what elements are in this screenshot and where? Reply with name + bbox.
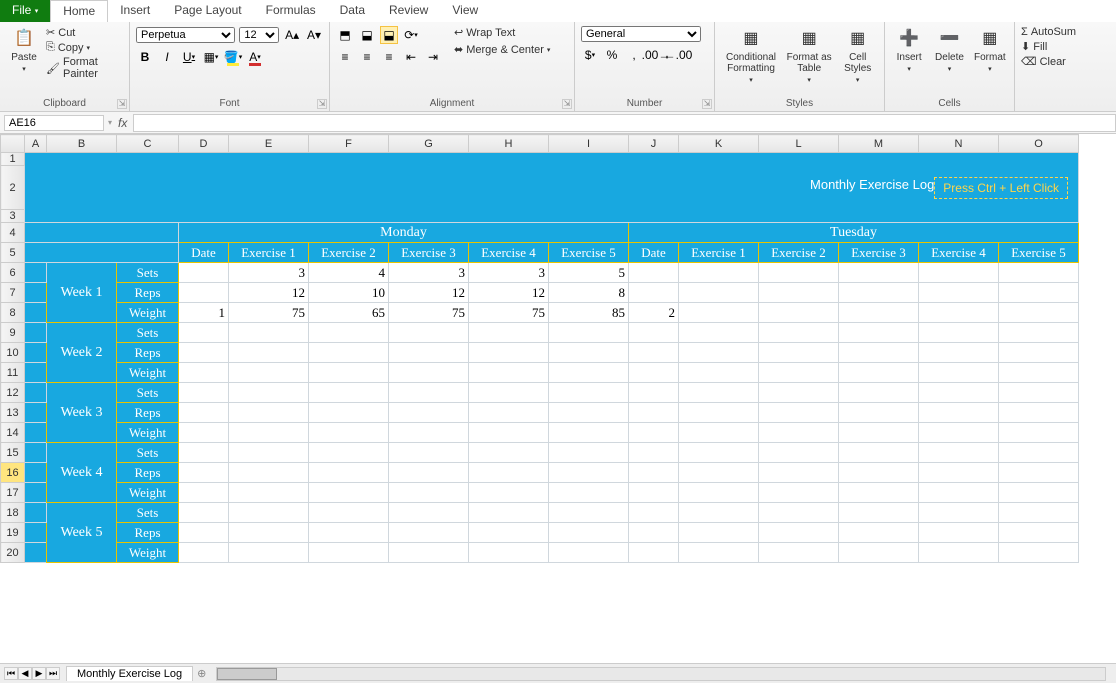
bold-button[interactable]: B [136,48,154,66]
underline-button[interactable]: U▾ [180,48,198,66]
border-button[interactable]: ▦▾ [202,48,220,66]
paste-button[interactable]: 📋 Paste▾ [6,26,42,73]
wrap-icon: ↩ [454,26,463,39]
grow-font-button[interactable]: A▴ [283,26,301,44]
brush-icon: 🖌 [46,62,60,75]
increase-indent-button[interactable]: ⇥ [424,48,442,66]
delete-cells-button[interactable]: ➖Delete▾ [931,26,967,73]
percent-button[interactable]: % [603,46,621,64]
scrollbar-thumb[interactable] [217,668,277,680]
tab-nav[interactable]: ⏮ ◀ ▶ ⏭ [0,667,64,680]
group-label-alignment: Alignment [336,98,568,109]
tab-view[interactable]: View [440,0,490,22]
fill-icon: ⬇ [1021,40,1030,53]
ribbon: 📋 Paste▾ ✂Cut ⎘Copy▾ 🖌Format Painter Cli… [0,22,1116,112]
group-label-clipboard: Clipboard [6,98,123,109]
day-header-tuesday: Tuesday [629,223,1079,243]
sheet-tab[interactable]: Monthly Exercise Log [66,666,193,681]
decrease-decimal-button[interactable]: ←.00 [669,46,687,64]
insert-icon: ➕ [897,26,921,50]
next-sheet-icon[interactable]: ▶ [32,667,46,680]
clear-button[interactable]: ⌫Clear [1021,55,1069,68]
name-box[interactable] [4,115,104,131]
column-headers[interactable]: ABC DEF GHI JKL MNO [1,135,1079,153]
align-middle-button[interactable]: ⬓ [358,26,376,44]
horizontal-scrollbar[interactable] [216,667,1106,681]
format-cells-button[interactable]: ▦Format▾ [972,26,1008,73]
comma-button[interactable]: , [625,46,643,64]
group-label-cells: Cells [891,98,1008,109]
insert-cells-button[interactable]: ➕Insert▾ [891,26,927,73]
clipboard-launcher[interactable]: ⇲ [117,99,127,109]
cut-button[interactable]: ✂Cut [46,26,123,39]
alignment-launcher[interactable]: ⇲ [562,99,572,109]
align-top-button[interactable]: ⬒ [336,26,354,44]
increase-decimal-button[interactable]: .00→ [647,46,665,64]
spreadsheet-grid[interactable]: ABC DEF GHI JKL MNO 1 Monthly Exercise L… [0,134,1116,663]
first-sheet-icon[interactable]: ⏮ [4,667,18,680]
day-header-monday: Monday [179,223,629,243]
prev-sheet-icon[interactable]: ◀ [18,667,32,680]
formula-input[interactable] [133,114,1116,132]
font-size-select[interactable]: 12 [239,27,279,43]
hint-box: Press Ctrl + Left Click [934,177,1068,199]
cond-format-icon: ▦ [739,26,763,50]
last-sheet-icon[interactable]: ⏭ [46,667,60,680]
orientation-button[interactable]: ⟳▾ [402,26,420,44]
copy-icon: ⎘ [46,41,55,54]
tab-home[interactable]: Home [50,0,108,22]
align-left-button[interactable]: ≡ [336,48,354,66]
scissors-icon: ✂ [46,26,55,39]
week-label: Week 1 [47,263,117,323]
merge-icon: ⬌ [454,43,463,56]
sheet-tabs-bar: ⏮ ◀ ▶ ⏭ Monthly Exercise Log ⊕ [0,663,1116,683]
sheet-title: Monthly Exercise Log [810,177,934,192]
align-bottom-button[interactable]: ⬓ [380,26,398,44]
copy-button[interactable]: ⎘Copy▾ [46,41,123,54]
italic-button[interactable]: I [158,48,176,66]
tab-insert[interactable]: Insert [108,0,162,22]
font-launcher[interactable]: ⇲ [317,99,327,109]
clear-icon: ⌫ [1021,55,1037,68]
shrink-font-button[interactable]: A▾ [305,26,323,44]
cell-styles-icon: ▦ [846,26,870,50]
table-icon: ▦ [797,26,821,50]
select-all-corner[interactable] [1,135,25,153]
merge-center-button[interactable]: ⬌Merge & Center▾ [454,43,550,56]
fx-icon[interactable]: fx [112,116,133,130]
group-label-styles: Styles [721,98,878,109]
tab-page-layout[interactable]: Page Layout [162,0,253,22]
new-sheet-icon[interactable]: ⊕ [197,667,206,680]
tab-review[interactable]: Review [377,0,440,22]
number-format-select[interactable]: General [581,26,701,42]
menu-bar: File ▾ Home Insert Page Layout Formulas … [0,0,1116,22]
tab-formulas[interactable]: Formulas [254,0,328,22]
align-center-button[interactable]: ≡ [358,48,376,66]
sigma-icon: Σ [1021,26,1028,38]
conditional-formatting-button[interactable]: ▦Conditional Formatting▾ [721,26,781,84]
number-launcher[interactable]: ⇲ [702,99,712,109]
group-label-number: Number [581,98,708,109]
cell-styles-button[interactable]: ▦Cell Styles▾ [837,26,878,84]
font-name-select[interactable]: Perpetua [136,27,235,43]
align-right-button[interactable]: ≡ [380,48,398,66]
delete-icon: ➖ [937,26,961,50]
formula-bar: ▾ fx [0,112,1116,134]
paste-icon: 📋 [12,26,36,50]
format-painter-button[interactable]: 🖌Format Painter [46,56,123,80]
format-as-table-button[interactable]: ▦Format as Table▾ [785,26,833,84]
wrap-text-button[interactable]: ↩Wrap Text [454,26,550,39]
fill-button[interactable]: ⬇Fill [1021,40,1069,53]
format-icon: ▦ [978,26,1002,50]
fill-color-button[interactable]: 🪣▾ [224,48,242,66]
tab-data[interactable]: Data [328,0,377,22]
autosum-button[interactable]: ΣAutoSum [1021,26,1069,38]
decrease-indent-button[interactable]: ⇤ [402,48,420,66]
file-tab[interactable]: File ▾ [0,0,50,22]
row-header[interactable]: 1 [1,153,25,166]
group-label-font: Font [136,98,323,109]
currency-button[interactable]: $▾ [581,46,599,64]
font-color-button[interactable]: A▾ [246,48,264,66]
